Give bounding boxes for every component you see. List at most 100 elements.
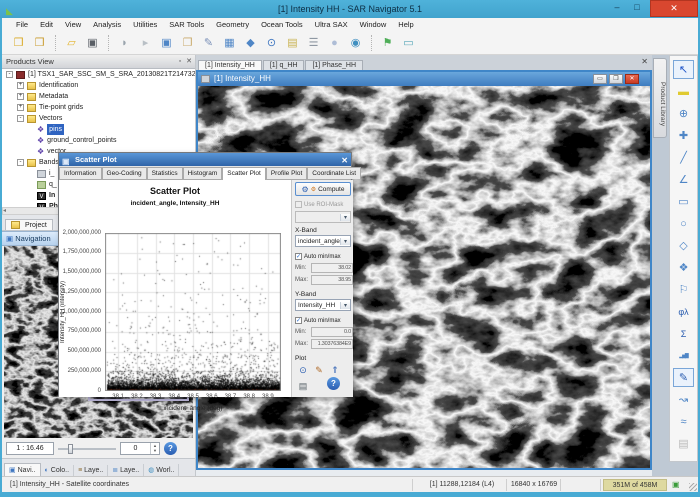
tab-colo[interactable]: ◐Colo..: [41, 465, 75, 476]
menu-item-window[interactable]: Window: [354, 18, 393, 31]
x-band-dropdown[interactable]: incident_angle▾: [295, 235, 351, 247]
annotation-icon[interactable]: ✎: [199, 34, 218, 52]
menu-item-ultra-sax[interactable]: Ultra SAX: [309, 18, 354, 31]
diamond-icon[interactable]: ◆: [241, 34, 260, 52]
product-library-tab[interactable]: Product Library: [653, 58, 667, 138]
scroll-left-icon[interactable]: ◂: [3, 208, 6, 214]
x-auto-check-icon[interactable]: ✓: [295, 253, 302, 260]
panel-close-icon[interactable]: ✕: [186, 58, 192, 65]
zoom-ratio-input[interactable]: 1 : 16.46: [6, 442, 54, 455]
dialog-tab-scatter-plot[interactable]: Scatter Plot: [222, 167, 266, 180]
tab-laye[interactable]: ≣Laye..: [108, 464, 144, 476]
menu-item-utilities[interactable]: Utilities: [127, 18, 163, 31]
polygon-tool[interactable]: ◇: [673, 236, 694, 255]
open-icon[interactable]: ▱: [62, 34, 81, 52]
marker-tool[interactable]: ▬: [673, 82, 694, 101]
world-map-icon[interactable]: ◉: [346, 34, 365, 52]
zoom-tool[interactable]: ⊕: [673, 104, 694, 123]
expand-icon[interactable]: +: [17, 104, 24, 111]
roi-mask-box-icon[interactable]: [295, 201, 302, 208]
profile-tool[interactable]: ↝: [673, 390, 694, 409]
image-window-close-icon[interactable]: ✕: [625, 74, 639, 84]
menu-item-file[interactable]: File: [10, 18, 34, 31]
maximize-button[interactable]: □: [628, 0, 646, 17]
dialog-tab-information[interactable]: Information: [59, 167, 102, 179]
plot-print-icon[interactable]: ▤: [296, 379, 310, 393]
plot-edit-icon[interactable]: ✎: [312, 363, 326, 377]
dialog-tab-histogram[interactable]: Histogram: [183, 167, 223, 179]
navigation-help-button[interactable]: ?: [164, 442, 177, 455]
collapse-icon[interactable]: -: [17, 115, 24, 122]
tab-navi[interactable]: ▣Navi..: [4, 463, 41, 476]
image-view-icon[interactable]: ▣: [157, 34, 176, 52]
tabstrip-close-icon[interactable]: ✕: [641, 57, 648, 66]
plot-export-icon[interactable]: ⇑: [328, 363, 342, 377]
resize-grip[interactable]: [689, 483, 697, 491]
histogram-tool[interactable]: ▂▅▇: [673, 346, 694, 365]
line-tool[interactable]: ╱: [673, 148, 694, 167]
y-auto-minmax-checkbox[interactable]: ✓ Auto min/max: [295, 316, 353, 325]
open-product-icon[interactable]: ❒: [9, 34, 28, 52]
tab-laye[interactable]: ≡Laye..: [74, 465, 108, 476]
zoom-slider[interactable]: [58, 442, 116, 455]
dialog-tab-coordinate-list[interactable]: Coordinate List: [307, 167, 361, 179]
dialog-tab-statistics[interactable]: Statistics: [147, 167, 183, 179]
document-tab-1-intensity-hh[interactable]: [1] Intensity_HH: [198, 60, 262, 70]
export-layers-icon[interactable]: ▤: [283, 34, 302, 52]
gcp-manager-icon[interactable]: ⚑: [378, 34, 397, 52]
polyline-tool[interactable]: ∠: [673, 170, 694, 189]
expand-icon[interactable]: +: [17, 82, 24, 89]
dialog-tab-geo-coding[interactable]: Geo-Coding: [102, 167, 147, 179]
y-auto-check-icon[interactable]: ✓: [295, 317, 302, 324]
pan-tool[interactable]: ✚: [673, 126, 694, 145]
measurement-icon[interactable]: ▭: [399, 34, 418, 52]
gc-status-icon[interactable]: ▣: [672, 479, 680, 491]
draw-tool[interactable]: ✎: [673, 368, 694, 387]
collapse-icon[interactable]: -: [6, 71, 13, 78]
tree-row-identification[interactable]: +Identification: [2, 80, 195, 91]
tree-row-tie-point-grids[interactable]: +Tie-point grids: [2, 102, 195, 113]
copy-view-icon[interactable]: ❐: [178, 34, 197, 52]
image-window-restore-icon[interactable]: ❐: [609, 74, 623, 84]
document-tab-1-q-hh[interactable]: [1] q_HH: [263, 60, 305, 70]
tree-row-metadata[interactable]: +Metadata: [2, 91, 195, 102]
menu-item-ocean-tools[interactable]: Ocean Tools: [255, 18, 309, 31]
menu-item-help[interactable]: Help: [392, 18, 419, 31]
dialog-tab-profile-plot[interactable]: Profile Plot: [266, 167, 307, 179]
collapse-icon[interactable]: -: [17, 159, 24, 166]
globe-stand-icon[interactable]: ⊙: [262, 34, 281, 52]
tree-row-1-tsx1-sar-ssc-sm-s-sra-20130821t214732-201[interactable]: -[1] TSX1_SAR_SSC_SM_S_SRA_20130821T2147…: [2, 69, 195, 80]
tree-row-ground-control-points[interactable]: ❖ground_control_points: [2, 135, 195, 146]
select-tool[interactable]: ↖: [673, 60, 694, 79]
reader-icon[interactable]: ◗: [115, 34, 134, 52]
rectangle-tool[interactable]: ▭: [673, 192, 694, 211]
statistics-tool[interactable]: Σ: [673, 324, 694, 343]
expand-icon[interactable]: +: [17, 93, 24, 100]
dialog-titlebar[interactable]: ▣ Scatter Plot ✕: [59, 153, 351, 166]
shapes-tool[interactable]: ❖: [673, 258, 694, 277]
tree-row-vectors[interactable]: -Vectors: [2, 113, 195, 124]
user-view-icon[interactable]: ▦: [220, 34, 239, 52]
menu-item-analysis[interactable]: Analysis: [87, 18, 127, 31]
compute-button[interactable]: ⚙⚙ Compute: [295, 182, 351, 196]
rotation-spinner[interactable]: 0 ▲▼: [120, 442, 160, 455]
ellipse-tool[interactable]: ○: [673, 214, 694, 233]
minimize-button[interactable]: –: [608, 0, 626, 17]
save-icon[interactable]: ▣: [83, 34, 102, 52]
panel-float-icon[interactable]: ▫: [179, 58, 181, 65]
menu-item-edit[interactable]: Edit: [34, 18, 59, 31]
x-auto-minmax-checkbox[interactable]: ✓ Auto min/max: [295, 252, 353, 261]
spectrum-tool[interactable]: ≈: [673, 412, 694, 431]
roi-mask-checkbox[interactable]: Use ROI-Mask: [295, 200, 353, 209]
menu-item-sar-tools[interactable]: SAR Tools: [163, 18, 210, 31]
image-window-minimize-icon[interactable]: ▭: [593, 74, 607, 84]
close-button[interactable]: ✕: [650, 0, 698, 17]
menu-item-geometry[interactable]: Geometry: [210, 18, 255, 31]
geo-position-tool[interactable]: φλ: [673, 302, 694, 321]
tab-worl[interactable]: ◍Worl..: [144, 464, 179, 476]
import-product-icon[interactable]: ❒: [30, 34, 49, 52]
scatter-canvas[interactable]: [105, 233, 281, 391]
run-arrow-icon[interactable]: ▸: [136, 34, 155, 52]
dialog-help-button[interactable]: ?: [327, 377, 340, 390]
image-window-titlebar[interactable]: [1] Intensity_HH: [198, 72, 650, 86]
